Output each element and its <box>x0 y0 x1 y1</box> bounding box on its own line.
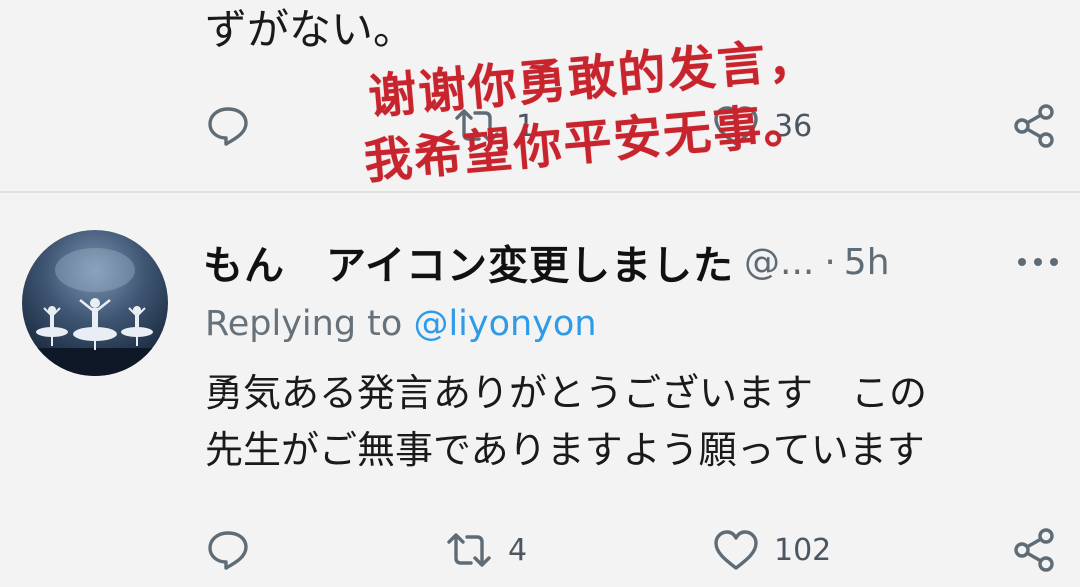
display-name[interactable]: もん アイコン変更しました <box>203 233 734 291</box>
speech-bubble-icon <box>208 107 248 146</box>
avatar[interactable] <box>22 230 168 376</box>
heart-icon <box>714 530 758 570</box>
previous-tweet-actions: 1 36 <box>0 96 1080 156</box>
like-count: 36 <box>774 108 813 144</box>
like-button[interactable]: 102 <box>712 520 831 580</box>
share-button[interactable] <box>1010 520 1058 580</box>
tweet-time[interactable]: 5h <box>844 242 890 283</box>
reply-tweet-actions: 4 102 <box>0 520 1080 580</box>
reply-button[interactable] <box>205 520 251 580</box>
reply-tweet-text: 勇気ある発言ありがとうございます この 先生がご無事でありますよう願っています <box>205 365 1055 479</box>
more-options-button[interactable] <box>1012 240 1064 284</box>
retweet-arrows-icon <box>455 109 499 143</box>
like-button[interactable]: 36 <box>712 96 812 156</box>
replying-to-handle[interactable]: @liyonyon <box>413 304 596 344</box>
ballet-photo-avatar <box>22 248 168 376</box>
reply-text-line: 先生がご無事でありますよう願っています <box>205 428 925 472</box>
retweet-button[interactable]: 4 <box>444 520 527 580</box>
share-button[interactable] <box>1010 96 1058 156</box>
replying-to-line: Replying to @liyonyon <box>205 300 597 348</box>
reply-text-line: 勇気ある発言ありがとうございます この <box>205 371 928 415</box>
speech-bubble-icon <box>208 531 248 570</box>
tweet-divider <box>0 191 1080 193</box>
heart-icon <box>714 106 758 146</box>
like-count: 102 <box>774 532 832 568</box>
retweet-count: 1 <box>516 108 536 144</box>
retweet-arrows-icon <box>447 533 491 567</box>
previous-tweet-text: ずがない。 <box>205 5 416 54</box>
header-separator: · <box>824 241 836 283</box>
reply-button[interactable] <box>205 96 251 156</box>
share-nodes-icon <box>1014 104 1054 148</box>
ellipsis-icon <box>1018 258 1058 266</box>
reply-header: もん アイコン変更しました @... · 5h <box>203 234 890 290</box>
user-handle[interactable]: @... <box>744 242 814 283</box>
retweet-count: 4 <box>508 532 528 568</box>
share-nodes-icon <box>1014 528 1054 572</box>
tweet-thread-screenshot: ずがない。 1 36 もん アイコン変更しました @... · 5h Reply… <box>0 0 1080 587</box>
replying-to-label: Replying to <box>205 304 414 344</box>
retweet-button[interactable]: 1 <box>452 96 535 156</box>
